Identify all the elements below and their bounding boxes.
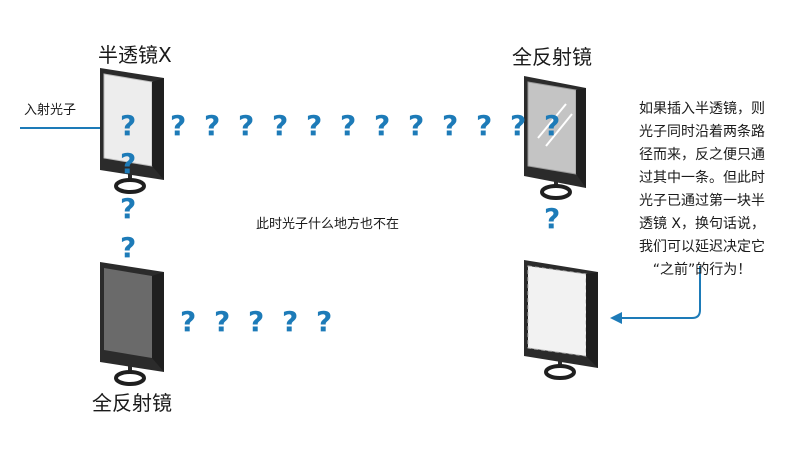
question-mark: ? bbox=[316, 305, 333, 338]
question-mark: ? bbox=[238, 109, 255, 142]
question-mark: ? bbox=[204, 109, 221, 142]
question-mark: ? bbox=[442, 109, 459, 142]
question-mark: ? bbox=[120, 147, 137, 180]
question-mark: ? bbox=[544, 202, 561, 235]
incident-photon-label: 入射光子 bbox=[24, 103, 77, 118]
question-mark: ? bbox=[170, 109, 187, 142]
question-mark: ? bbox=[306, 109, 323, 142]
annotation-text: 如果插入半透镜，则 光子同时沿着两条路 径而来，反之便只通 过其中一条。但此时 … bbox=[638, 101, 766, 278]
question-mark: ? bbox=[120, 192, 137, 225]
question-mark: ? bbox=[180, 305, 197, 338]
question-mark: ? bbox=[272, 109, 289, 142]
full-mirror-bottom-left-icon bbox=[100, 262, 164, 386]
question-mark: ? bbox=[408, 109, 425, 142]
mirror-slot-bottom-right-icon bbox=[524, 260, 598, 380]
question-mark: ? bbox=[214, 305, 231, 338]
question-mark: ? bbox=[510, 109, 527, 142]
semi-mirror-x-label: 半透镜X bbox=[98, 43, 172, 67]
question-mark: ? bbox=[544, 109, 561, 142]
full-mirror-bottom-label: 全反射镜 bbox=[92, 391, 172, 415]
question-mark: ? bbox=[340, 109, 357, 142]
question-mark: ? bbox=[248, 305, 265, 338]
question-mark: ? bbox=[120, 109, 137, 142]
question-mark: ? bbox=[476, 109, 493, 142]
question-mark: ? bbox=[282, 305, 299, 338]
question-mark: ? bbox=[374, 109, 391, 142]
center-caption: 此时光子什么地方也不在 bbox=[256, 217, 400, 232]
full-mirror-top-label: 全反射镜 bbox=[512, 45, 592, 69]
question-mark: ? bbox=[120, 231, 137, 264]
